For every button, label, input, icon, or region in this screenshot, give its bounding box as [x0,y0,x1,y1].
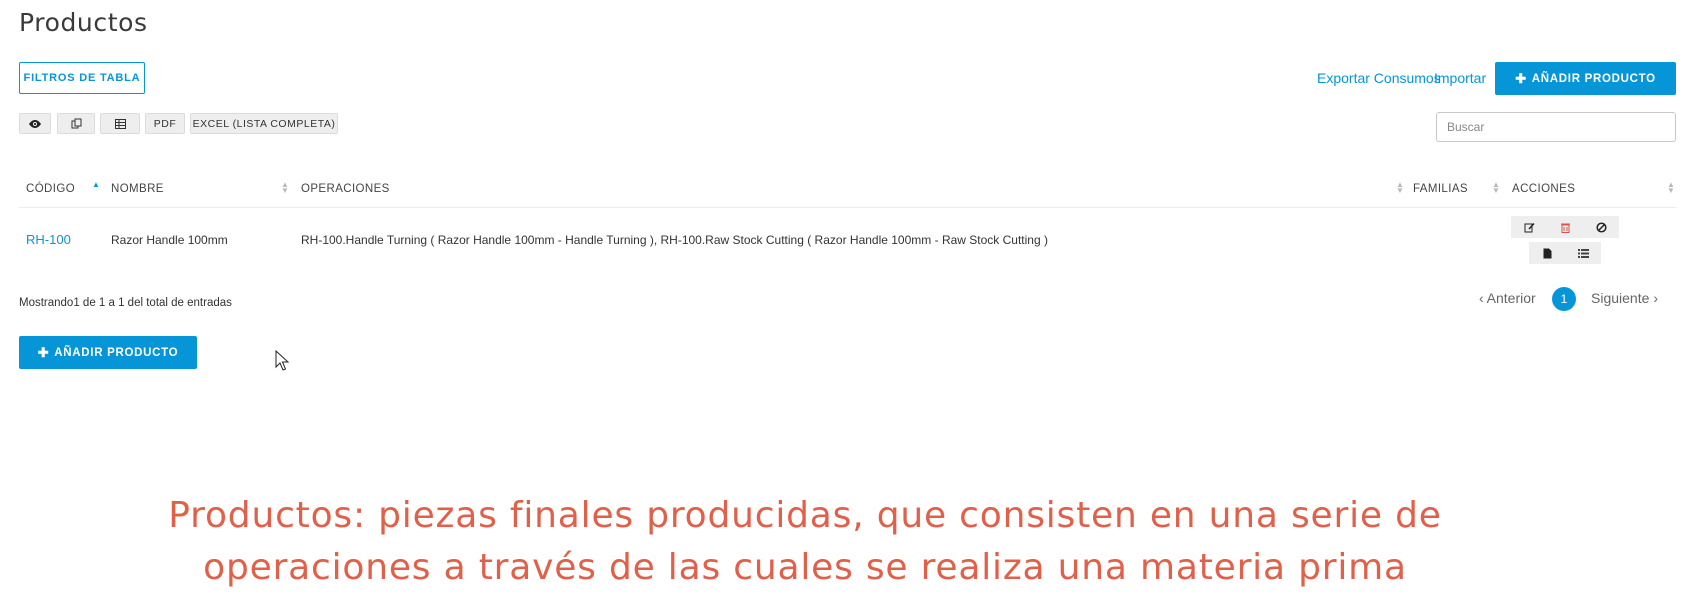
edit-button[interactable] [1511,216,1547,238]
column-header-actions[interactable]: ACCIONES [1512,183,1575,195]
product-code-link[interactable]: RH-100 [26,232,71,247]
document-button[interactable] [1529,242,1565,264]
column-header-code[interactable]: CÓDIGO [26,183,75,195]
table-icon [114,118,126,129]
column-header-families[interactable]: FAMILIAS [1413,183,1468,195]
pdf-button[interactable]: PDF [145,113,185,134]
delete-button[interactable] [1547,216,1583,238]
mouse-pointer-icon [275,350,289,371]
table-info: Mostrando1 de 1 a 1 del total de entrada… [19,297,232,309]
plus-icon: ✚ [37,344,50,360]
csv-button[interactable] [100,113,140,134]
disable-button[interactable] [1583,216,1619,238]
divider [19,207,1676,208]
column-header-name[interactable]: NOMBRE [111,183,164,195]
ban-icon [1595,221,1607,233]
sort-icon[interactable]: ▲ ▼ [281,181,289,195]
table-filters-button[interactable]: FILTROS DE TABLA [19,62,145,94]
product-name: Razor Handle 100mm [111,233,228,247]
export-consumption-link[interactable]: Exportar Consumos [1317,70,1441,86]
sort-asc-icon[interactable]: ▲ [92,181,100,189]
copy-button[interactable] [57,113,95,134]
add-product-button-bottom[interactable]: ✚ AÑADIR PRODUCTO [19,336,197,369]
page-title: Productos [19,8,148,37]
product-operations: RH-100.Handle Turning ( Razor Handle 100… [301,233,1048,247]
import-link[interactable]: Importar [1434,70,1486,86]
list-button[interactable] [1565,242,1601,264]
current-page-button[interactable]: 1 [1552,287,1576,311]
edit-icon [1524,222,1535,232]
caption: Productos: piezas finales producidas, qu… [0,490,1610,594]
plus-icon: ✚ [1515,70,1527,86]
sort-icon[interactable]: ▲ ▼ [1396,181,1404,195]
next-page-link[interactable]: Siguiente › [1591,290,1658,306]
add-product-button-top[interactable]: ✚ AÑADIR PRODUCTO [1495,62,1676,95]
list-icon [1577,248,1589,258]
caption-line-1: Productos: piezas finales producidas, qu… [168,495,1442,536]
previous-page-link[interactable]: ‹ Anterior [1479,290,1536,306]
chevron-left-icon: ‹ [1479,290,1484,306]
search-input[interactable] [1436,112,1676,142]
file-icon [1543,248,1551,258]
previous-label: Anterior [1486,290,1536,306]
next-label: Siguiente [1591,290,1650,306]
eye-icon [29,119,41,128]
sort-icon[interactable]: ▲ ▼ [1667,181,1675,195]
chevron-right-icon: › [1653,290,1659,306]
add-product-label: AÑADIR PRODUCTO [1531,72,1656,85]
add-product-label: AÑADIR PRODUCTO [54,346,179,359]
caption-line-2: operaciones a través de las cuales se re… [203,547,1407,588]
copy-icon [71,118,81,129]
column-header-operations[interactable]: OPERACIONES [301,183,390,195]
sort-icon[interactable]: ▲ ▼ [1492,181,1500,195]
column-visibility-button[interactable] [19,113,51,134]
excel-button[interactable]: EXCEL (LISTA COMPLETA) [190,113,338,134]
trash-icon [1560,223,1570,233]
